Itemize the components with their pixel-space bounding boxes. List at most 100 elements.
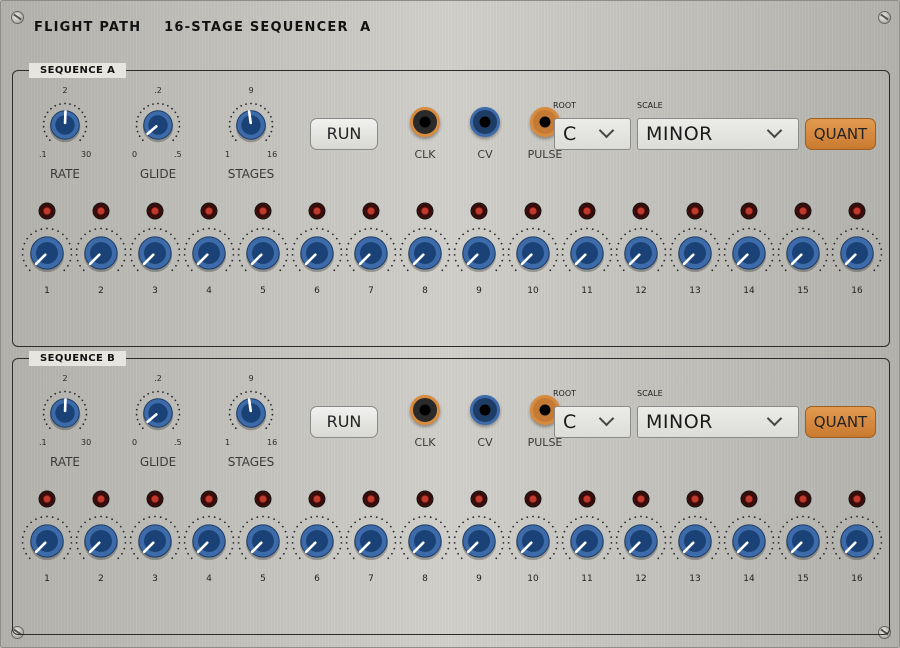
step-knob[interactable] xyxy=(561,227,613,283)
jack-hole-icon xyxy=(419,116,431,128)
sequence-a-section: SEQUENCE A 2.1 30 RATE .2 0.5 GLIDE 9 1 16 STAG… xyxy=(12,63,890,347)
step-label: 13 xyxy=(689,574,701,584)
glide-label: GLIDE xyxy=(139,455,177,469)
step-label: 3 xyxy=(152,574,158,584)
jack-hole-icon xyxy=(479,404,491,416)
stages-knob[interactable] xyxy=(228,390,274,440)
step-label: 8 xyxy=(422,286,428,296)
step-knob[interactable] xyxy=(723,515,775,571)
step-led xyxy=(200,490,218,508)
step-knob[interactable] xyxy=(129,227,181,283)
step-knob[interactable] xyxy=(831,515,883,571)
step-led xyxy=(848,490,866,508)
step-knob[interactable] xyxy=(21,227,73,283)
step-label: 6 xyxy=(314,286,320,296)
step-knob[interactable] xyxy=(723,227,775,283)
step-knob[interactable] xyxy=(345,515,397,571)
step-label: 14 xyxy=(743,574,755,584)
root-value: C xyxy=(563,123,577,145)
root-dropdown[interactable]: C xyxy=(554,118,631,150)
step-knob[interactable] xyxy=(345,227,397,283)
step-label: 11 xyxy=(581,286,593,296)
rate-scale-max: 30 xyxy=(81,150,92,159)
step-knob[interactable] xyxy=(399,515,451,571)
step-knob[interactable] xyxy=(237,515,289,571)
step-label: 5 xyxy=(260,574,266,584)
quant-button[interactable]: QUANT xyxy=(805,406,876,438)
cv-jack-label: CV xyxy=(477,148,493,161)
step-knob[interactable] xyxy=(669,515,721,571)
step-led xyxy=(254,202,272,220)
step-knob[interactable] xyxy=(183,515,235,571)
root-label: ROOT xyxy=(553,389,577,398)
sequencer-panel: FLIGHT PATH 16-STAGE SEQUENCER A SEQUENC… xyxy=(0,0,900,648)
step-knob[interactable] xyxy=(453,515,505,571)
glide-scale-min: 0 xyxy=(132,150,138,159)
step-knob[interactable] xyxy=(183,227,235,283)
step-led xyxy=(254,490,272,508)
jack-hole-icon xyxy=(479,116,491,128)
step-knob[interactable] xyxy=(21,515,73,571)
step-knob[interactable] xyxy=(669,227,721,283)
step-knob[interactable] xyxy=(453,227,505,283)
step-knob[interactable] xyxy=(75,227,127,283)
rate-knob[interactable] xyxy=(42,102,88,152)
step-led xyxy=(632,202,650,220)
rate-knob[interactable] xyxy=(42,390,88,440)
stages-label: STAGES xyxy=(227,455,275,469)
step-led xyxy=(92,490,110,508)
step-knob[interactable] xyxy=(831,227,883,283)
step-led xyxy=(38,490,56,508)
cv-jack[interactable] xyxy=(470,395,500,425)
glide-knob[interactable] xyxy=(135,102,181,152)
panel-title: FLIGHT PATH 16-STAGE SEQUENCER A xyxy=(34,20,372,35)
step-knob[interactable] xyxy=(507,227,559,283)
step-led xyxy=(38,202,56,220)
step-knob[interactable] xyxy=(291,515,343,571)
root-dropdown[interactable]: C xyxy=(554,406,631,438)
stages-scale-max: 16 xyxy=(267,438,278,447)
step-label: 9 xyxy=(476,574,482,584)
step-label: 3 xyxy=(152,286,158,296)
step-led xyxy=(632,490,650,508)
clk-jack[interactable] xyxy=(410,395,440,425)
stages-scale-max: 16 xyxy=(267,150,278,159)
stages-scale-top: 9 xyxy=(248,374,254,383)
scale-dropdown[interactable]: MINOR xyxy=(637,406,799,438)
run-button[interactable]: RUN xyxy=(310,406,378,438)
step-knob[interactable] xyxy=(237,227,289,283)
step-knob[interactable] xyxy=(615,515,667,571)
scale-dropdown[interactable]: MINOR xyxy=(637,118,799,150)
glide-knob[interactable] xyxy=(135,390,181,440)
cv-jack[interactable] xyxy=(470,107,500,137)
stages-knob[interactable] xyxy=(228,102,274,152)
cv-jack-label: CV xyxy=(477,436,493,449)
clk-jack[interactable] xyxy=(410,107,440,137)
scale-value: MINOR xyxy=(646,123,713,145)
glide-scale-top: .2 xyxy=(154,374,162,383)
chevron-down-icon xyxy=(766,122,783,139)
step-knob[interactable] xyxy=(129,515,181,571)
step-knob[interactable] xyxy=(291,227,343,283)
run-button[interactable]: RUN xyxy=(310,118,378,150)
step-led xyxy=(146,490,164,508)
step-led xyxy=(308,490,326,508)
step-knob[interactable] xyxy=(561,515,613,571)
stages-label: STAGES xyxy=(227,167,275,181)
scale-label: SCALE xyxy=(637,389,663,398)
rate-scale-min: .1 xyxy=(39,438,47,447)
step-label: 16 xyxy=(851,286,863,296)
step-knob[interactable] xyxy=(777,515,829,571)
step-knob[interactable] xyxy=(615,227,667,283)
step-led xyxy=(92,202,110,220)
step-knob[interactable] xyxy=(777,227,829,283)
step-knob[interactable] xyxy=(507,515,559,571)
step-led xyxy=(848,202,866,220)
step-label: 10 xyxy=(527,286,539,296)
step-label: 11 xyxy=(581,574,593,584)
quant-button[interactable]: QUANT xyxy=(805,118,876,150)
step-knob[interactable] xyxy=(75,515,127,571)
rate-scale-top: 2 xyxy=(62,86,68,95)
step-label: 1 xyxy=(44,574,50,584)
step-knob[interactable] xyxy=(399,227,451,283)
